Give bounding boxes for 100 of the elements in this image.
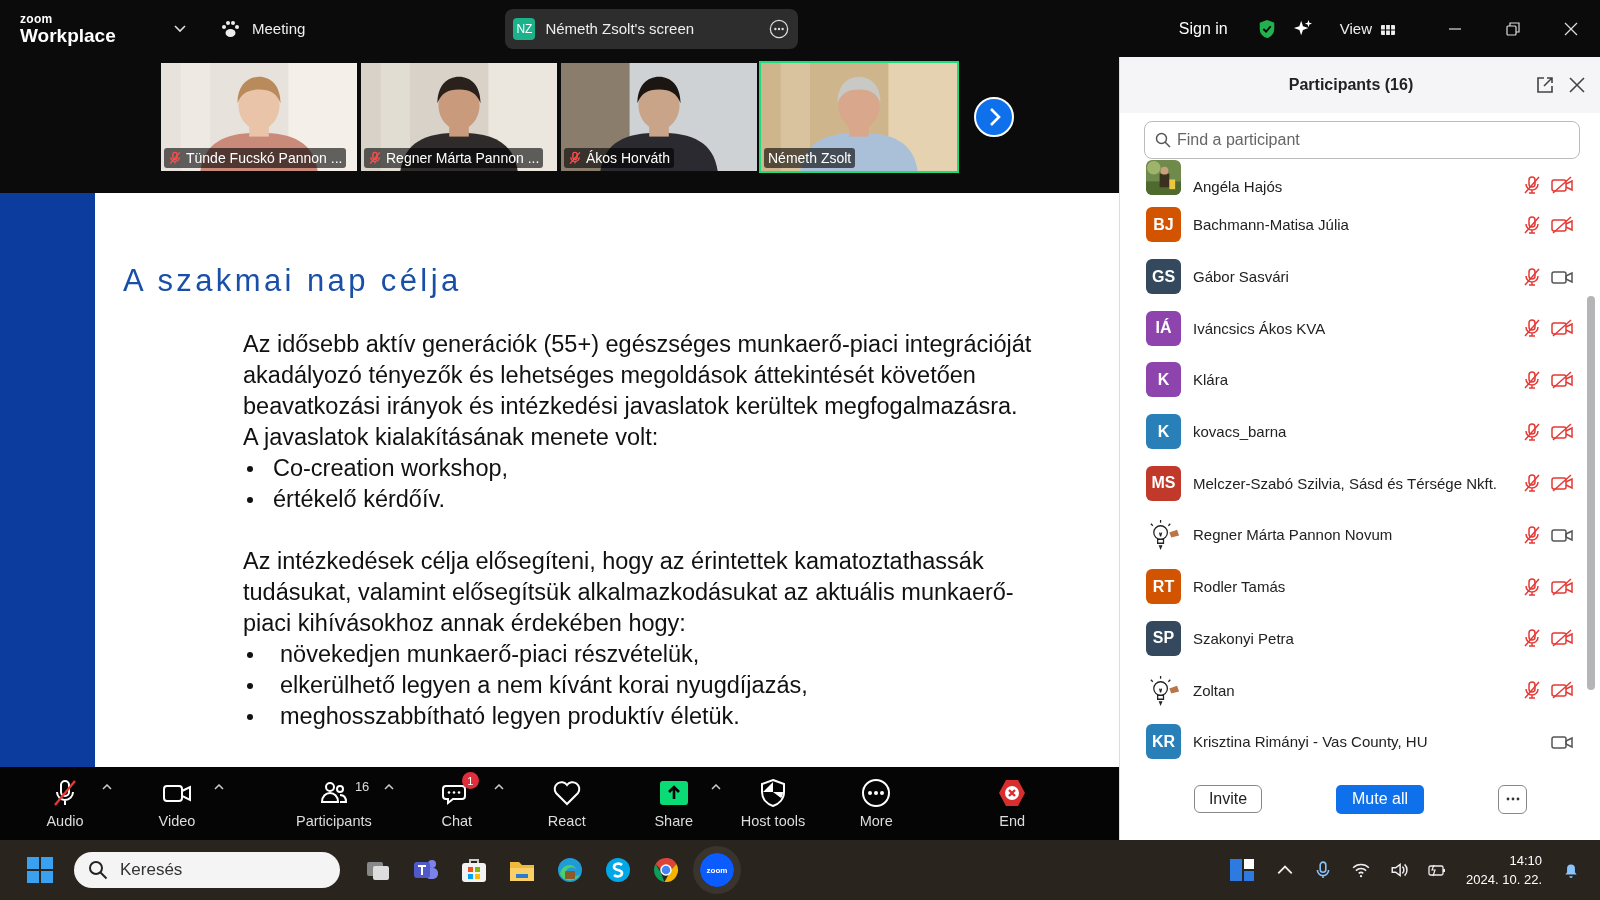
bullet-dot: [247, 682, 253, 689]
video-tile[interactable]: Ákos Horváth: [559, 61, 759, 173]
app-logo: zoom Workplace: [20, 12, 117, 45]
participant-row[interactable]: RT Rodler Tamás: [1146, 560, 1573, 613]
pop-out-icon[interactable]: [1536, 76, 1554, 94]
bullet-dot: [247, 651, 253, 658]
bullet-text: értékelő kérdőív.: [273, 485, 445, 514]
panel-title: Participants (16): [1287, 76, 1415, 94]
more-button[interactable]: More: [851, 770, 902, 829]
bullet-text: Co-creation workshop,: [273, 454, 509, 483]
chat-circle-icon[interactable]: [604, 856, 632, 884]
bullet-dot: [247, 496, 253, 503]
search-icon: [1155, 132, 1171, 148]
restore-icon[interactable]: [1506, 21, 1520, 36]
taskbar-search-field[interactable]: Keresés: [74, 852, 340, 888]
invite-button[interactable]: Invite: [1194, 785, 1262, 813]
sign-in-button[interactable]: Sign in: [1178, 19, 1228, 38]
initials-avatar: GS: [1146, 259, 1181, 295]
more-button[interactable]: [1498, 784, 1527, 814]
react-button[interactable]: React: [541, 770, 592, 829]
share-title: Németh Zsolt's screen: [545, 20, 696, 37]
slide-paragraph: A javaslatok kialakításának menete volt:: [243, 423, 660, 452]
slide-title: A szakmai nap célja: [123, 263, 463, 299]
initials-avatar: K: [1146, 362, 1181, 398]
participant-name: Gábor Sasvári: [1193, 268, 1290, 286]
mute-all-button[interactable]: Mute all: [1336, 784, 1424, 814]
scrollbar[interactable]: [1587, 296, 1595, 690]
share-button[interactable]: Share: [648, 770, 699, 829]
video-button[interactable]: Video: [152, 770, 202, 829]
meeting-button[interactable]: Meeting: [220, 18, 306, 39]
unread-badge: 1: [461, 772, 479, 789]
participant-name: Ákos Horváth: [586, 150, 671, 166]
bullet-text: elkerülhető legyen a nem kívánt korai nyugdíjazás,: [280, 671, 808, 700]
bullet-dot: [247, 713, 253, 720]
search-field[interactable]: Find a participant: [1144, 121, 1580, 159]
caret-up-icon[interactable]: [383, 784, 394, 790]
grid-icon: [1380, 20, 1396, 37]
participant-row[interactable]: BJ Bachmann-Matisa Júlia: [1146, 199, 1573, 251]
caret-up-icon[interactable]: [102, 784, 112, 790]
heart-icon: [551, 778, 582, 808]
participant-row[interactable]: MS Melczer-Szabó Szilvia, Sásd és Térsége Nkft.: [1146, 457, 1573, 510]
start-icon[interactable]: [26, 856, 54, 884]
initials-avatar: MS: [1146, 465, 1181, 501]
chat-button[interactable]: 1 Chat: [431, 770, 482, 829]
participant-row[interactable]: IÁ Iváncsics Ákos KVA: [1146, 302, 1573, 355]
more-icon[interactable]: [768, 18, 791, 39]
view-button[interactable]: View: [1339, 20, 1396, 37]
participant-name: Melczer-Szabó Szilvia, Sásd és Térsége Nkft.: [1193, 474, 1498, 492]
participant-name: Bachmann-Matisa Júlia: [1193, 216, 1350, 234]
participant-row[interactable]: K kovacs_barna: [1146, 405, 1573, 458]
initials-avatar: IÁ: [1146, 310, 1181, 346]
participant-name: Tünde Fucskó Pannon ...: [186, 150, 343, 166]
participant-name: Krisztina Rimányi - Vas County, HU: [1193, 733, 1429, 751]
video-tile[interactable]: Tünde Fucskó Pannon ...: [159, 61, 359, 173]
slide-paragraph: Az idősebb aktív generációk (55+) egészséges munkaerő-piaci integrációját akadályozó tényezők és lehetséges megoldások áttekintését követően beavatkozási irányok és intézkedési javaslatok kerültek megfogalmazásra.: [243, 330, 1033, 421]
audio-button[interactable]: Audio: [40, 770, 90, 829]
participants-button[interactable]: 16 Participants: [296, 770, 372, 829]
initials-avatar: KR: [1146, 724, 1181, 760]
colorful-circle-icon[interactable]: [652, 856, 680, 884]
initials-avatar: BJ: [1146, 207, 1181, 243]
clock[interactable]: 14:10 2024. 10. 22.: [1466, 851, 1542, 889]
participant-name: Regner Márta Pannon Novum: [1193, 526, 1394, 544]
store-bag-icon[interactable]: [460, 856, 488, 884]
app-label: zoom: [706, 865, 728, 875]
end-button[interactable]: End: [987, 770, 1038, 829]
initials-avatar: RT: [1146, 569, 1181, 605]
participant-row[interactable]: GS Gábor Sasvári: [1146, 250, 1573, 303]
browser-icon[interactable]: [556, 856, 584, 884]
shield-icon: [758, 778, 788, 808]
participant-row[interactable]: K Klára: [1146, 354, 1573, 406]
caret-up-icon[interactable]: [493, 784, 504, 790]
widgets-icon[interactable]: [1228, 856, 1257, 884]
speaker-icon[interactable]: [1390, 861, 1409, 879]
participant-row[interactable]: Regner Márta Pannon Novum: [1146, 509, 1573, 561]
more-icon: [861, 778, 892, 808]
participant-name: Rodler Tamás: [1193, 578, 1287, 596]
participant-row[interactable]: KR Krisztina Rimányi - Vas County, HU: [1146, 715, 1573, 768]
participant-row[interactable]: Angéla Hajós: [1146, 159, 1573, 199]
participant-name: Regner Márta Pannon ...: [386, 150, 540, 166]
video-tile[interactable]: Regner Márta Pannon ...: [359, 61, 559, 173]
participant-name: Szakonyi Petra: [1193, 629, 1295, 647]
participant-row[interactable]: SP Szakonyi Petra: [1146, 612, 1573, 665]
caret-up-icon[interactable]: [710, 784, 721, 790]
participant-row[interactable]: Zoltan: [1146, 664, 1573, 716]
video-tile[interactable]: Németh Zsolt: [759, 61, 959, 173]
screen-share-pill[interactable]: NZ Németh Zsolt's screen: [505, 8, 799, 49]
bell-icon[interactable]: [1562, 861, 1580, 879]
wifi-icon[interactable]: [1352, 861, 1371, 879]
date-text: 2024. 10. 22.: [1466, 871, 1542, 889]
participant-name: Zoltan: [1193, 681, 1236, 699]
participant-count: 16: [354, 779, 370, 794]
chevron-down-icon[interactable]: [174, 24, 186, 33]
bullet-dot: [247, 465, 253, 472]
caret-up-icon[interactable]: [214, 784, 224, 790]
participant-name: Iváncsics Ákos KVA: [1193, 319, 1327, 337]
bullet-text: meghosszabbítható legyen produktív életük.: [280, 702, 740, 731]
host-tools-button[interactable]: Host tools: [740, 770, 806, 829]
close-icon[interactable]: [1568, 76, 1586, 94]
participant-name: Németh Zsolt: [768, 150, 852, 166]
paw-icon: [220, 18, 240, 39]
